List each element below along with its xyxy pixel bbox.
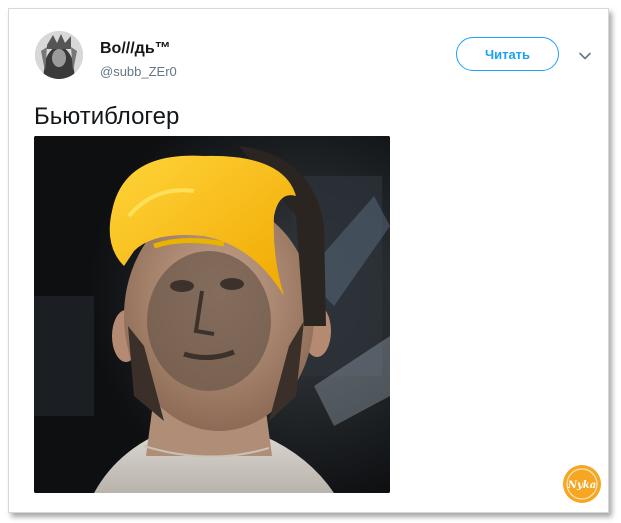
chevron-down-icon[interactable] [576, 47, 594, 65]
follow-button[interactable]: Читать [456, 37, 559, 71]
avatar-image [35, 31, 83, 79]
avatar[interactable] [35, 31, 83, 79]
tweet-text: Бьютиблогер [34, 103, 180, 130]
svg-text:Nyka: Nyka [567, 480, 596, 491]
tweet-card: Во///дь™ @subb_ZEr0 Читать Бьютиблогер N… [8, 8, 609, 513]
author-handle[interactable]: @subb_ZEr0 [100, 64, 177, 79]
author-name[interactable]: Во///дь™ [100, 40, 171, 58]
haircut-photo [34, 136, 390, 493]
watermark-logo: Nyka [562, 464, 602, 504]
tweet-photo[interactable] [34, 136, 390, 493]
